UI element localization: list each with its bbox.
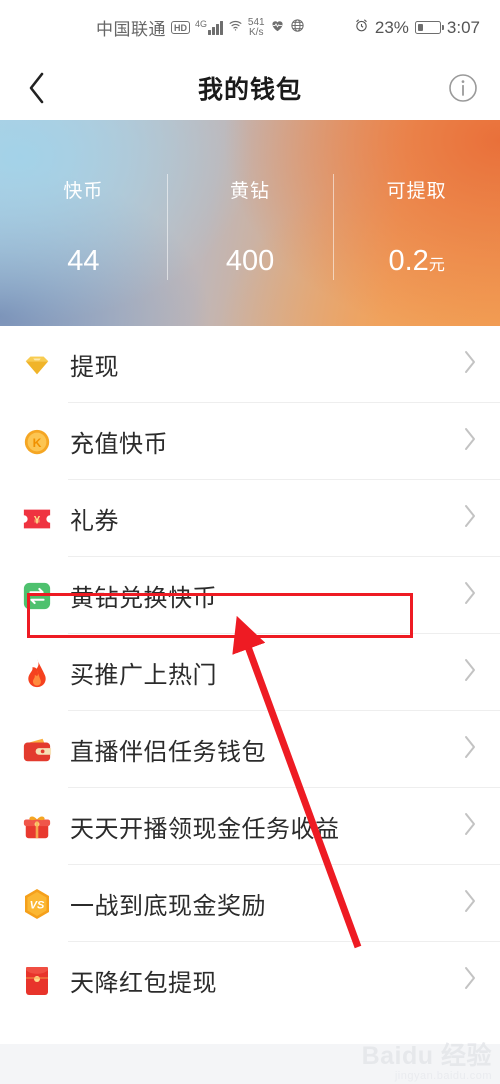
chevron-right-icon xyxy=(463,426,478,457)
chevron-right-icon xyxy=(463,811,478,842)
menu-item-battle-cash-reward[interactable]: VS 一战到底现金奖励 xyxy=(0,865,500,942)
menu-item-red-packet-withdraw[interactable]: 天降红包提现 xyxy=(0,942,500,1019)
battery-icon xyxy=(414,21,444,34)
hd-badge: HD xyxy=(171,21,190,34)
chevron-right-icon xyxy=(463,888,478,919)
menu-item-recharge-kuaibi[interactable]: K 充值快币 xyxy=(0,403,500,480)
status-bar-right: 23% 3:07 xyxy=(354,18,480,38)
stat-value: 44 xyxy=(67,245,99,278)
network-speed-unit: K/s xyxy=(249,26,264,38)
stat-number: 44 xyxy=(67,245,100,277)
stat-value: 0.2元 xyxy=(389,245,445,278)
status-bar-left: 中国联通 HD 4G 541 K/s xyxy=(96,15,305,40)
menu-item-label: 一战到底现金奖励 xyxy=(70,893,266,920)
menu-item-label: 黄钻兑换快币 xyxy=(70,585,217,612)
info-button[interactable] xyxy=(446,71,480,105)
menu-item-label: 直播伴侣任务钱包 xyxy=(70,739,266,766)
svg-text:K: K xyxy=(33,436,42,450)
back-chevron-icon xyxy=(29,72,44,103)
chevron-right-icon xyxy=(463,965,478,996)
stat-value: 400 xyxy=(226,245,274,278)
chevron-right-icon xyxy=(463,734,478,765)
balance-stats: 快币 44 黄钻 400 可提取 0.2元 xyxy=(0,120,500,326)
chevron-right-icon xyxy=(463,503,478,534)
menu-item-daily-live-cash-task[interactable]: 天天开播领现金任务收益 xyxy=(0,788,500,865)
status-bar: 中国联通 HD 4G 541 K/s 23% 3:07 xyxy=(0,0,500,55)
network-speed-indicator: 541 K/s xyxy=(247,16,265,38)
menu-item-label: 买推广上热门 xyxy=(70,662,217,689)
menu-item-exchange-diamond-to-kuaibi[interactable]: 黄钻兑换快币 xyxy=(0,557,500,634)
stat-number: 400 xyxy=(225,245,275,277)
menu-item-label: 礼券 xyxy=(70,508,119,535)
heart-icon xyxy=(270,18,285,38)
menu-item-buy-promotion[interactable]: 买推广上热门 xyxy=(0,634,500,711)
menu-item-label: 充值快币 xyxy=(70,431,168,458)
stat-number: 0.2 xyxy=(388,245,429,277)
signal-bars-icon xyxy=(208,20,223,35)
exchange-icon xyxy=(20,579,54,613)
menu-item-label: 提现 xyxy=(70,354,119,381)
diamond-icon xyxy=(20,348,54,382)
gift-box-icon xyxy=(20,810,54,844)
stat-kuaibi: 快币 44 xyxy=(0,172,167,282)
svg-text:¥: ¥ xyxy=(34,514,41,526)
k-coin-icon: K xyxy=(20,425,54,459)
clock-time: 3:07 xyxy=(446,17,480,37)
footer-strip xyxy=(0,1044,500,1084)
menu-item-voucher[interactable]: ¥ 礼券 xyxy=(0,480,500,557)
stat-label: 快币 xyxy=(63,181,104,202)
page-title: 我的钱包 xyxy=(197,75,302,104)
menu-item-withdraw[interactable]: 提现 xyxy=(0,326,500,403)
stat-unit: 元 xyxy=(428,257,445,274)
stat-withdrawable: 可提取 0.2元 xyxy=(333,172,500,282)
globe-icon xyxy=(290,18,305,38)
battery-percent: 23% xyxy=(374,17,409,37)
chevron-right-icon xyxy=(463,657,478,688)
menu-item-live-companion-wallet[interactable]: 直播伴侣任务钱包 xyxy=(0,711,500,788)
wallet-icon xyxy=(20,733,54,767)
network-type-label: 4G xyxy=(195,19,208,29)
chevron-right-icon xyxy=(463,580,478,611)
wallet-menu-list: 提现 K 充值快币 ¥ 礼券 黄钻兑换快币 买推广上热门 直播伴侣任务钱包 天天… xyxy=(0,326,500,1019)
menu-item-label: 天天开播领现金任务收益 xyxy=(70,816,340,843)
menu-item-label: 天降红包提现 xyxy=(70,970,217,997)
alarm-clock-icon xyxy=(354,18,369,38)
flame-icon xyxy=(20,656,54,690)
back-button[interactable] xyxy=(20,71,54,105)
carrier-name: 中国联通 xyxy=(96,20,166,39)
info-circle-icon xyxy=(449,73,477,102)
red-envelope-icon xyxy=(20,964,54,998)
page-header: 我的钱包 xyxy=(0,55,500,120)
vs-hexagon-icon: VS xyxy=(20,887,54,921)
wifi-icon xyxy=(228,18,243,38)
signal-indicator: 4G xyxy=(195,20,223,35)
stat-huangzuan: 黄钻 400 xyxy=(166,172,334,282)
chevron-right-icon xyxy=(463,349,478,380)
network-speed-value: 541 xyxy=(247,16,265,28)
gift-voucher-icon: ¥ xyxy=(20,502,54,536)
stat-label: 可提取 xyxy=(386,181,447,202)
svg-text:VS: VS xyxy=(30,899,45,911)
wallet-balance-banner: 快币 44 黄钻 400 可提取 0.2元 xyxy=(0,120,500,326)
stat-label: 黄钻 xyxy=(230,181,271,202)
